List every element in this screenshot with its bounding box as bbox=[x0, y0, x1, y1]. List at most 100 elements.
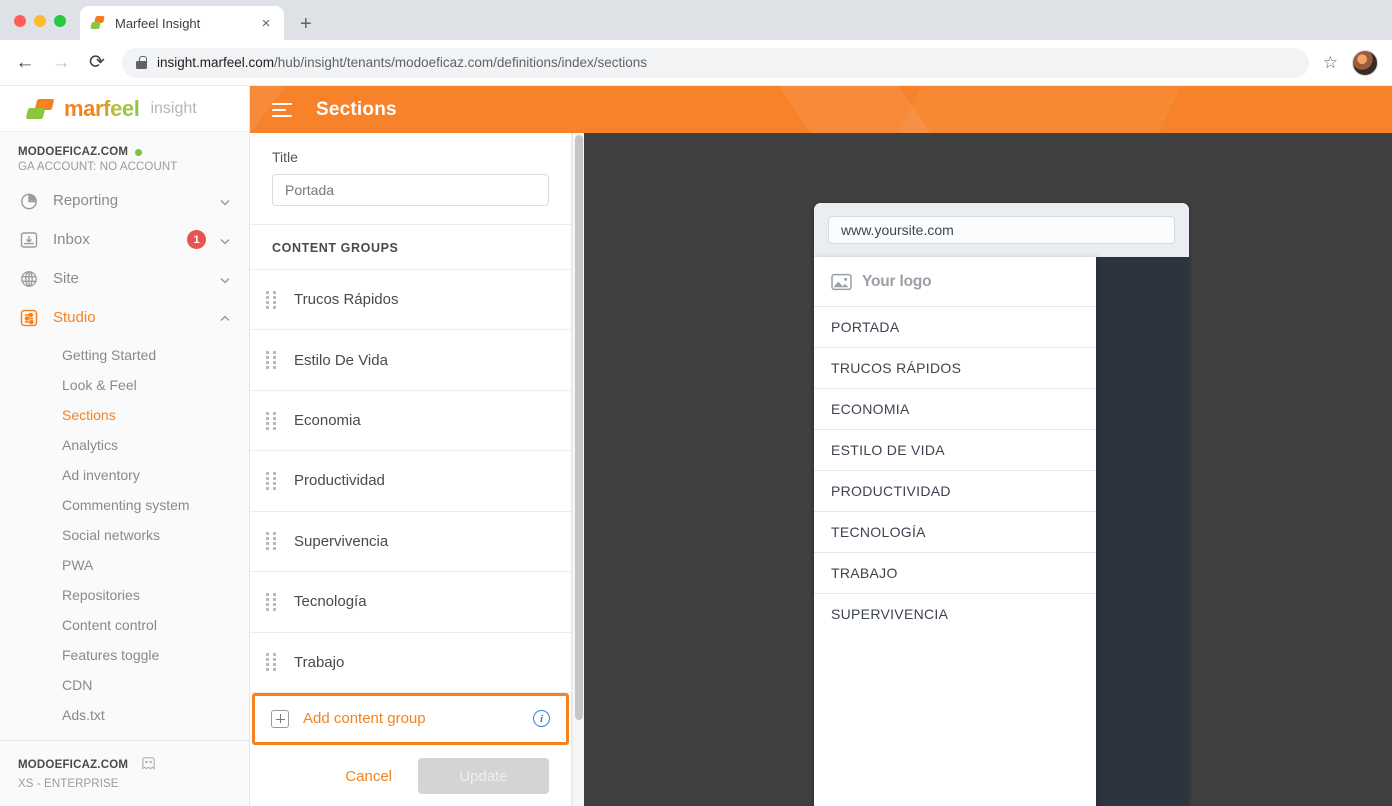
content-group-label: Trabajo bbox=[294, 653, 345, 671]
info-icon[interactable]: i bbox=[533, 710, 550, 728]
account-name-row: MODOEFICAZ.COM bbox=[18, 146, 249, 158]
title-field-label: Title bbox=[272, 149, 298, 165]
content-group-row[interactable]: Productividad bbox=[250, 451, 571, 512]
sidebar-item-reporting[interactable]: Reporting bbox=[0, 181, 249, 220]
new-tab-button[interactable]: + bbox=[300, 14, 312, 34]
back-icon[interactable]: ← bbox=[14, 52, 36, 74]
sidebar-item-inbox[interactable]: Inbox 1 bbox=[0, 220, 249, 259]
header-facet-3 bbox=[898, 86, 1182, 133]
drag-handle-icon[interactable] bbox=[266, 411, 276, 430]
bookmark-star-icon[interactable]: ☆ bbox=[1323, 53, 1338, 73]
logo-product-name: insight bbox=[150, 99, 197, 117]
sidebar-item-site[interactable]: Site bbox=[0, 259, 249, 298]
device-mockup: www.yoursite.com Your logo PORTADA TRUCO… bbox=[814, 203, 1189, 806]
update-button[interactable]: Update bbox=[418, 758, 549, 794]
app-logo[interactable]: marfeel insight bbox=[0, 86, 249, 132]
drag-handle-icon[interactable] bbox=[266, 592, 276, 611]
profile-avatar[interactable] bbox=[1352, 49, 1378, 76]
pie-chart-icon bbox=[18, 190, 40, 212]
add-content-group-button[interactable]: Add content group i bbox=[252, 692, 569, 745]
preview-menu-item[interactable]: ESTILO DE VIDA bbox=[814, 429, 1096, 470]
sidebar-item-look-and-feel[interactable]: Look & Feel bbox=[0, 370, 249, 400]
page-header: Sections bbox=[250, 86, 1392, 133]
forward-icon[interactable]: → bbox=[50, 52, 72, 74]
content-group-row[interactable]: Trabajo bbox=[250, 633, 571, 693]
sidebar-item-repositories[interactable]: Repositories bbox=[0, 580, 249, 610]
account-name: MODOEFICAZ.COM bbox=[18, 146, 129, 158]
sub-item-label: Analytics bbox=[62, 437, 119, 453]
drag-handle-icon[interactable] bbox=[266, 471, 276, 490]
browser-tab-strip: Marfeel Insight × + bbox=[0, 0, 1392, 40]
preview-menu-item[interactable]: PRODUCTIVIDAD bbox=[814, 470, 1096, 511]
sidebar-item-features-toggle[interactable]: Features toggle bbox=[0, 640, 249, 670]
drag-handle-icon[interactable] bbox=[266, 290, 276, 309]
close-tab-icon[interactable]: × bbox=[258, 16, 274, 31]
sidebar-item-commenting-system[interactable]: Commenting system bbox=[0, 490, 249, 520]
cancel-button[interactable]: Cancel bbox=[333, 760, 404, 793]
hamburger-menu-icon[interactable] bbox=[272, 99, 292, 121]
scrollbar-thumb[interactable] bbox=[575, 135, 583, 720]
sidebar-item-content-control[interactable]: Content control bbox=[0, 610, 249, 640]
preview-menu-item[interactable]: TRABAJO bbox=[814, 552, 1096, 593]
main-area: Sections Title CONTENT GROUPS Trucos Ráp… bbox=[250, 86, 1392, 806]
content-group-label: Productividad bbox=[294, 472, 385, 490]
content-group-row[interactable]: Supervivencia bbox=[250, 512, 571, 573]
content-group-row[interactable]: Trucos Rápidos bbox=[250, 270, 571, 331]
preview-menu-item[interactable]: ECONOMIA bbox=[814, 388, 1096, 429]
browser-tab[interactable]: Marfeel Insight × bbox=[80, 6, 284, 40]
lock-icon bbox=[136, 56, 147, 69]
studio-subnav: Getting Started Look & Feel Sections Ana… bbox=[0, 337, 249, 730]
sub-item-label: Content control bbox=[62, 617, 157, 633]
editor-scrollbar[interactable] bbox=[572, 133, 584, 806]
sidebar-item-studio[interactable]: Studio bbox=[0, 298, 249, 337]
robot-icon[interactable] bbox=[140, 755, 157, 775]
preview-menu-item[interactable]: PORTADA bbox=[814, 306, 1096, 347]
chevron-down-icon bbox=[219, 195, 231, 207]
device-browser-bar: www.yoursite.com bbox=[814, 203, 1189, 257]
sidebar-footer-plan: XS - ENTERPRISE bbox=[18, 778, 119, 790]
sidebar-item-sections[interactable]: Sections bbox=[0, 400, 249, 430]
sidebar-item-analytics[interactable]: Analytics bbox=[0, 430, 249, 460]
account-ga-label: GA ACCOUNT: NO ACCOUNT bbox=[18, 161, 178, 173]
sidebar-item-label: Studio bbox=[53, 309, 96, 326]
sidebar-item-social-networks[interactable]: Social networks bbox=[0, 520, 249, 550]
sidebar-item-cdn[interactable]: CDN bbox=[0, 670, 249, 700]
sidebar-item-ad-inventory[interactable]: Ad inventory bbox=[0, 460, 249, 490]
reload-icon[interactable]: ⟳ bbox=[86, 51, 108, 74]
sub-item-label: Features toggle bbox=[62, 647, 160, 663]
address-bar[interactable]: insight.marfeel.com/hub/insight/tenants/… bbox=[122, 47, 1309, 78]
sub-item-label: Ads.txt bbox=[62, 707, 105, 723]
window-traffic-lights bbox=[0, 15, 66, 40]
editor-footer: Cancel Update bbox=[250, 745, 571, 806]
device-url-field[interactable]: www.yoursite.com bbox=[828, 216, 1175, 244]
preview-menu-item[interactable]: TECNOLOGÍA bbox=[814, 511, 1096, 552]
sidebar-item-getting-started[interactable]: Getting Started bbox=[0, 340, 249, 370]
sidebar-item-label: Inbox bbox=[53, 231, 90, 248]
add-content-group-label: Add content group bbox=[303, 710, 426, 728]
sub-item-label: Getting Started bbox=[62, 347, 157, 363]
preview-panel: www.yoursite.com Your logo PORTADA TRUCO… bbox=[584, 133, 1392, 806]
preview-menu-item[interactable]: SUPERVIVENCIA bbox=[814, 593, 1096, 634]
sidebar-item-label: Reporting bbox=[53, 192, 119, 209]
sidebar-item-pwa[interactable]: PWA bbox=[0, 550, 249, 580]
drag-handle-icon[interactable] bbox=[266, 532, 276, 551]
maximize-window-button[interactable] bbox=[54, 15, 66, 27]
close-window-button[interactable] bbox=[14, 15, 26, 27]
sidebar-item-ads-txt[interactable]: Ads.txt bbox=[0, 700, 249, 730]
content-group-row[interactable]: Estilo De Vida bbox=[250, 330, 571, 391]
drag-handle-icon[interactable] bbox=[266, 653, 276, 672]
marfeel-logo-icon bbox=[25, 98, 56, 120]
drag-handle-icon[interactable] bbox=[266, 351, 276, 370]
title-input[interactable] bbox=[272, 174, 549, 206]
preview-menu-item[interactable]: TRUCOS RÁPIDOS bbox=[814, 347, 1096, 388]
add-content-group-wrap: Add content group i bbox=[250, 692, 571, 745]
preview-menu-drawer: Your logo PORTADA TRUCOS RÁPIDOS ECONOMI… bbox=[814, 257, 1096, 806]
sidebar-nav: Reporting Inbox 1 Site Studio Getting St… bbox=[0, 181, 249, 730]
sliders-icon bbox=[18, 307, 40, 329]
browser-toolbar: ← → ⟳ insight.marfeel.com/hub/insight/te… bbox=[0, 40, 1392, 86]
content-group-row[interactable]: Economia bbox=[250, 391, 571, 452]
url-host: insight.marfeel.com bbox=[157, 55, 275, 70]
content-group-row[interactable]: Tecnología bbox=[250, 572, 571, 633]
minimize-window-button[interactable] bbox=[34, 15, 46, 27]
browser-tab-title: Marfeel Insight bbox=[115, 15, 201, 31]
